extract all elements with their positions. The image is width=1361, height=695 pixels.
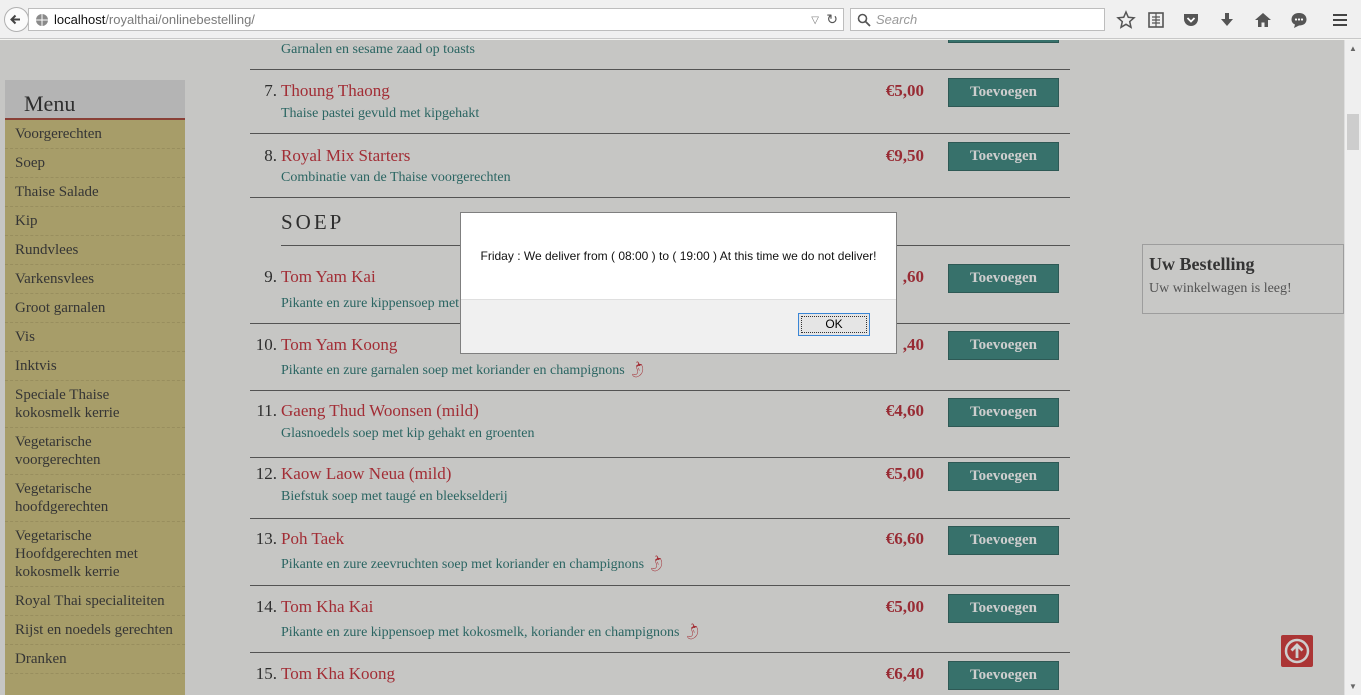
browser-toolbar: localhost/royalthai/onlinebestelling/ ▽ … <box>0 0 1361 39</box>
dropdown-icon[interactable]: ▽ <box>811 10 819 31</box>
url-text: localhost/royalthai/onlinebestelling/ <box>54 9 255 30</box>
reload-icon[interactable]: ↻ <box>826 9 838 30</box>
modal-overlay <box>0 40 1344 695</box>
page-content: Menu Voorgerechten Soep Thaise Salade Ki… <box>0 40 1344 695</box>
alert-message: Friday : We deliver from ( 08:00 ) to ( … <box>461 213 896 300</box>
search-icon <box>857 13 871 27</box>
chat-icon[interactable] <box>1288 9 1310 31</box>
reading-list-icon[interactable] <box>1145 9 1167 31</box>
hamburger-menu-icon[interactable] <box>1329 9 1351 31</box>
search-input[interactable]: Search <box>850 8 1105 31</box>
scroll-thumb[interactable] <box>1347 114 1359 150</box>
search-placeholder: Search <box>876 12 918 27</box>
download-icon[interactable] <box>1216 9 1238 31</box>
ok-button[interactable]: OK <box>798 313 870 336</box>
page-scrollbar[interactable]: ▲ ▼ <box>1344 40 1361 695</box>
back-button[interactable] <box>4 7 29 32</box>
home-icon[interactable] <box>1252 9 1274 31</box>
url-host: localhost <box>54 12 106 27</box>
back-arrow-icon <box>10 14 20 25</box>
alert-dialog: Friday : We deliver from ( 08:00 ) to ( … <box>460 212 897 354</box>
pocket-icon[interactable] <box>1180 9 1202 31</box>
bookmark-star-icon[interactable] <box>1115 9 1137 31</box>
url-bar[interactable]: localhost/royalthai/onlinebestelling/ ▽ … <box>28 8 844 31</box>
globe-icon <box>36 14 48 26</box>
scroll-down-icon[interactable]: ▼ <box>1349 682 1357 691</box>
url-path: /royalthai/onlinebestelling/ <box>105 12 255 27</box>
scroll-up-icon[interactable]: ▲ <box>1349 44 1357 53</box>
